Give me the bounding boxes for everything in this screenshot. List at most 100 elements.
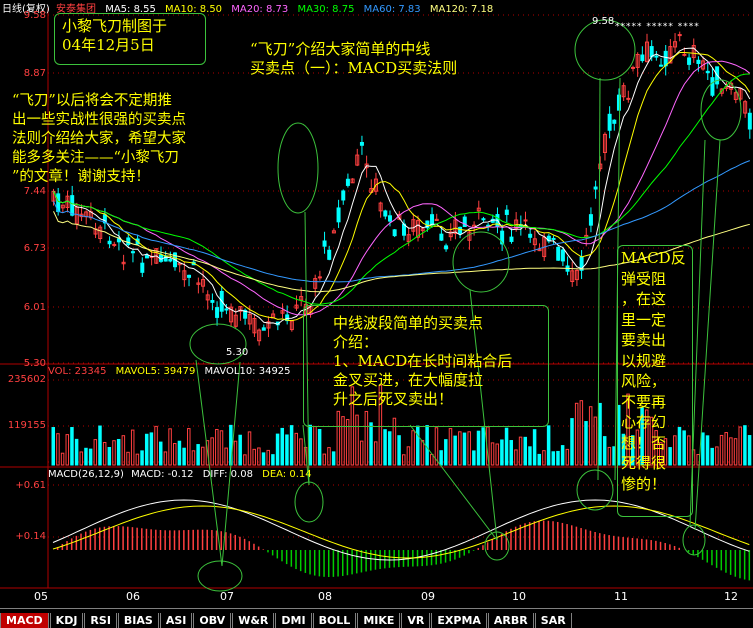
- ma60-value: MA60: 7.83: [363, 4, 421, 15]
- volume-bar: [51, 427, 55, 466]
- candle-body: [630, 66, 635, 69]
- candle-body: [659, 64, 664, 67]
- candle-body: [430, 214, 435, 226]
- volume-bar: [416, 425, 420, 466]
- volume-bar: [261, 452, 266, 466]
- volume-bar: [598, 402, 602, 466]
- volume-bar: [144, 433, 149, 466]
- volume-bar: [313, 425, 317, 466]
- volume-bar: [420, 439, 425, 466]
- volume-bar: [308, 424, 313, 466]
- volume-bar: [116, 438, 121, 466]
- volume-bar: [715, 446, 719, 466]
- volume-bar: [74, 438, 79, 466]
- volume-header: VOL: 23345 MAVOL5: 39479 MAVOL10: 34925: [48, 366, 291, 377]
- volume-bar: [425, 425, 429, 466]
- volume-bar: [84, 447, 88, 466]
- volume-bar: [369, 422, 373, 466]
- volume-bar: [602, 436, 607, 466]
- ma30-value: MA30: 8.75: [297, 4, 355, 15]
- volume-bar: [439, 450, 443, 466]
- volume-bar: [514, 449, 518, 466]
- tab-arbr[interactable]: ARBR: [487, 613, 534, 628]
- article-title: “飞刀”介绍大家简单的中线 买卖点（一）：MACD买卖法则: [250, 40, 458, 77]
- tab-sar[interactable]: SAR: [534, 613, 572, 628]
- volume-bar: [121, 435, 126, 466]
- tab-vr[interactable]: VR: [401, 613, 431, 628]
- tab-wr[interactable]: W&R: [232, 613, 275, 628]
- candle-body: [523, 219, 528, 222]
- candle-body: [336, 207, 341, 223]
- volume-bar: [574, 402, 579, 466]
- macd-axis-mid: +0.14: [15, 531, 46, 542]
- volume-bar: [266, 449, 270, 466]
- volume-bar: [238, 434, 242, 466]
- candle-body: [215, 307, 220, 318]
- candle-body: [687, 57, 692, 65]
- tab-asi[interactable]: ASI: [159, 613, 193, 628]
- tab-kdj[interactable]: KDJ: [49, 613, 84, 628]
- candle-body: [168, 259, 173, 262]
- candle-body: [588, 214, 593, 226]
- volume-bar: [210, 437, 214, 466]
- macd-value: MACD: -0.12: [131, 469, 194, 480]
- volume-bar: [458, 431, 462, 466]
- tab-macd[interactable]: MACD: [0, 613, 49, 628]
- volume-bar: [448, 428, 453, 466]
- price-axis-7-44: 7.44: [23, 186, 46, 197]
- candle-body: [607, 113, 612, 131]
- volume-bar: [518, 436, 523, 466]
- volume-bar: [130, 429, 135, 466]
- volume-bar: [107, 447, 112, 466]
- ma20-value: MA20: 8.73: [231, 4, 289, 15]
- candle-body: [383, 210, 388, 217]
- volume-bar: [65, 434, 70, 466]
- author-note: 小黎飞刀制图于 04年12月5日: [62, 17, 168, 54]
- volume-bar: [729, 437, 733, 466]
- candle-body: [322, 240, 327, 247]
- tab-rsi[interactable]: RSI: [84, 613, 117, 628]
- diff-value: DIFF: 0.08: [202, 469, 253, 480]
- low-price-mark: 5.30: [226, 347, 249, 358]
- candle-body: [612, 119, 617, 124]
- volume-bar: [215, 428, 219, 466]
- candle-body: [107, 240, 112, 245]
- tab-bias[interactable]: BIAS: [117, 613, 159, 628]
- volume-bar: [271, 454, 275, 466]
- candle-body: [126, 237, 131, 246]
- tab-boll[interactable]: BOLL: [312, 613, 357, 628]
- candle-body: [481, 218, 486, 221]
- volume-bar: [247, 431, 252, 466]
- macd-params: MACD(26,12,9): [48, 469, 124, 480]
- tab-dmi[interactable]: DMI: [275, 613, 312, 628]
- volume-bar: [182, 447, 186, 466]
- volume-bar: [289, 425, 294, 466]
- volume-axis-top: 235602: [7, 374, 46, 385]
- method-note: 中线波段简单的买卖点 介绍： 1、MACD在长时间粘合后 金叉买进，在大幅度拉 …: [333, 314, 513, 408]
- volume-bar: [537, 453, 542, 466]
- volume-bar: [149, 432, 154, 466]
- candle-body: [112, 243, 117, 246]
- volume-bar: [504, 427, 509, 466]
- x-label-05: 05: [34, 590, 48, 603]
- volume-bar: [743, 425, 747, 466]
- signal-star-row: ***** ***** ****: [615, 22, 700, 32]
- volume-bar: [738, 426, 742, 466]
- volume-bar: [299, 438, 303, 466]
- tab-mike[interactable]: MIKE: [357, 613, 401, 628]
- volume-bar: [495, 443, 499, 466]
- volume-bar: [359, 440, 364, 466]
- highlight-ellipse: [452, 231, 510, 293]
- volume-bar: [467, 431, 471, 466]
- highlight-ellipse: [682, 524, 706, 556]
- tab-obv[interactable]: OBV: [193, 613, 232, 628]
- candle-body: [345, 178, 350, 186]
- mavol10-value: MAVOL10: 34925: [204, 366, 291, 377]
- price-axis-6-01: 6.01: [23, 302, 46, 313]
- candle-body: [70, 195, 75, 216]
- highlight-ellipse: [576, 469, 614, 511]
- volume-bar: [224, 447, 228, 466]
- intro-note: “飞刀”以后将会不定期推 出一些实战性很强的买卖点 法则介绍给大家，希望大家 能…: [12, 93, 186, 185]
- volume-bar: [177, 440, 182, 466]
- tab-expma[interactable]: EXPMA: [431, 613, 487, 628]
